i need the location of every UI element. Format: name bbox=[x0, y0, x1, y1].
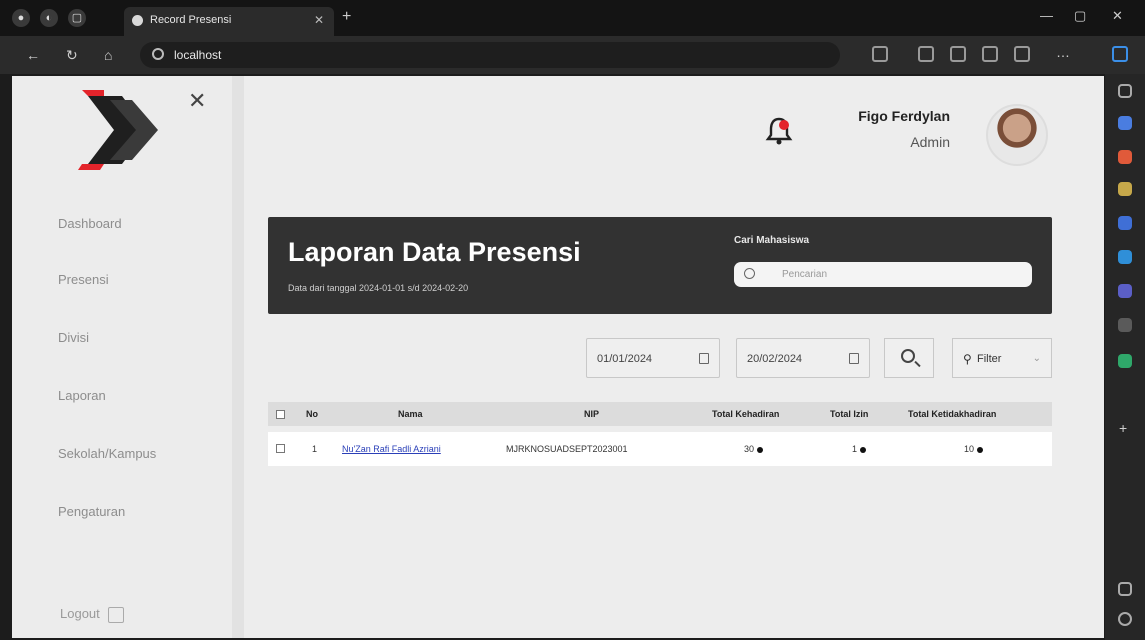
address-bar: ← ↻ ⌂ localhost … bbox=[0, 36, 1145, 74]
column-total-izin[interactable]: Total Izin bbox=[830, 402, 868, 426]
sidebar-item-laporan[interactable]: Laporan bbox=[58, 388, 106, 403]
filter-icon: ⚲ bbox=[963, 352, 972, 366]
browser-tab[interactable]: Record Presensi ✕ bbox=[124, 7, 334, 36]
workspaces-icon[interactable]: ◐ bbox=[40, 9, 58, 27]
end-date-field[interactable]: 20/02/2024 bbox=[736, 338, 870, 378]
games-icon[interactable] bbox=[1118, 182, 1132, 196]
sidebar-item-sekolah-kampus[interactable]: Sekolah/Kampus bbox=[58, 446, 156, 461]
page-title: Laporan Data Presensi bbox=[288, 237, 581, 267]
status-dot-icon bbox=[757, 446, 764, 453]
sidebar-close-icon[interactable]: ✕ bbox=[188, 88, 206, 114]
app-sidebar: ✕ Dashboard Presensi Divisi Laporan Seko… bbox=[12, 76, 244, 638]
start-date-field[interactable]: 01/01/2024 bbox=[586, 338, 720, 378]
sidebar-item-presensi[interactable]: Presensi bbox=[58, 272, 109, 287]
teams-icon[interactable] bbox=[1118, 284, 1132, 298]
end-date-value: 20/02/2024 bbox=[747, 353, 803, 365]
kehadiran-value: 30 bbox=[744, 444, 755, 454]
refresh-icon[interactable]: ↻ bbox=[66, 47, 78, 64]
browser-sidebar: + bbox=[1105, 74, 1145, 640]
home-icon[interactable]: ⌂ bbox=[104, 47, 112, 63]
extensions-icon[interactable] bbox=[1014, 46, 1030, 62]
calendar-icon[interactable] bbox=[699, 353, 709, 364]
column-total-kehadiran[interactable]: Total Kehadiran bbox=[712, 402, 779, 426]
back-icon[interactable]: ← bbox=[26, 47, 40, 63]
search-button[interactable] bbox=[884, 338, 934, 378]
minimize-icon[interactable]: — bbox=[1040, 8, 1053, 23]
search-label: Cari Mahasiswa bbox=[734, 235, 810, 246]
column-nip[interactable]: NIP bbox=[584, 402, 599, 426]
row-nip: MJRKNOSUADSEPT2023001 bbox=[506, 444, 628, 454]
report-banner: Laporan Data Presensi Data dari tanggal … bbox=[268, 217, 1052, 314]
avatar[interactable] bbox=[986, 104, 1048, 166]
excel-icon[interactable] bbox=[1118, 354, 1132, 368]
favorites-icon[interactable] bbox=[950, 46, 966, 62]
row-no: 1 bbox=[312, 444, 318, 454]
user-name: Figo Ferdylan bbox=[858, 108, 950, 124]
filter-label: Filter bbox=[977, 353, 1002, 365]
url-host: localhost bbox=[174, 48, 222, 62]
collections-icon[interactable] bbox=[982, 46, 998, 62]
table-row: 1 Nu'Zan Rafi Fadli Azriani MJRKNOSUADSE… bbox=[268, 432, 1052, 466]
tab-bar: ● ◐ ▢ Record Presensi ✕ + — ▢ ✕ bbox=[0, 0, 1145, 36]
sidebar-item-divisi[interactable]: Divisi bbox=[58, 330, 89, 345]
status-dot-icon bbox=[977, 446, 984, 453]
shopping-icon[interactable] bbox=[1118, 116, 1132, 130]
read-aloud-icon[interactable] bbox=[872, 46, 888, 62]
sidebar-item-dashboard[interactable]: Dashboard bbox=[58, 216, 122, 231]
search-input[interactable]: Pencarian bbox=[734, 262, 1032, 287]
row-total-kehadiran: 30 bbox=[744, 432, 764, 466]
ketidakhadiran-value: 10 bbox=[964, 444, 975, 454]
site-info-icon[interactable] bbox=[152, 48, 164, 60]
magnifier-icon bbox=[901, 349, 915, 363]
browser-window: ● ◐ ▢ Record Presensi ✕ + — ▢ ✕ ← ↻ ⌂ lo… bbox=[0, 0, 1145, 640]
row-total-izin: 1 bbox=[852, 432, 867, 466]
tab-title: Record Presensi bbox=[150, 14, 232, 26]
search-icon bbox=[744, 268, 755, 279]
maximize-icon[interactable]: ▢ bbox=[1074, 8, 1086, 24]
more-icon[interactable]: … bbox=[1056, 44, 1070, 60]
sidebar-item-pengaturan[interactable]: Pengaturan bbox=[58, 504, 125, 519]
user-role: Admin bbox=[910, 134, 950, 150]
drop-icon[interactable] bbox=[1118, 318, 1132, 332]
tools-icon[interactable] bbox=[1118, 150, 1132, 164]
tab-close-icon[interactable]: ✕ bbox=[314, 7, 324, 33]
search-placeholder: Pencarian bbox=[782, 269, 828, 280]
column-no[interactable]: No bbox=[306, 402, 318, 426]
column-nama[interactable]: Nama bbox=[398, 402, 423, 426]
app-logo bbox=[78, 90, 158, 170]
tab-actions-icon[interactable]: ▢ bbox=[68, 9, 86, 27]
calendar-icon[interactable] bbox=[849, 353, 859, 364]
column-total-ketidakhadiran[interactable]: Total Ketidakhadiran bbox=[908, 402, 996, 426]
outlook-icon[interactable] bbox=[1118, 250, 1132, 264]
table-header: No Nama NIP Total Kehadiran Total Izin T… bbox=[268, 402, 1052, 426]
row-total-ketidakhadiran: 10 bbox=[964, 432, 984, 466]
microsoft365-icon[interactable] bbox=[1118, 216, 1132, 230]
row-name-link[interactable]: Nu'Zan Rafi Fadli Azriani bbox=[342, 432, 441, 466]
logout-button[interactable]: Logout bbox=[60, 606, 124, 623]
chevron-down-icon: ⌄ bbox=[1032, 353, 1041, 364]
logout-label: Logout bbox=[60, 606, 100, 621]
select-all-checkbox[interactable] bbox=[276, 410, 285, 419]
tab-favicon-icon bbox=[132, 15, 143, 26]
date-range-subtitle: Data dari tanggal 2024-01-01 s/d 2024-02… bbox=[288, 283, 469, 293]
split-screen-icon[interactable] bbox=[918, 46, 934, 62]
status-dot-icon bbox=[860, 446, 867, 453]
window-close-icon[interactable]: ✕ bbox=[1112, 8, 1123, 24]
profile-icon[interactable]: ● bbox=[12, 9, 30, 27]
page-viewport: ✕ Dashboard Presensi Divisi Laporan Seko… bbox=[12, 76, 1104, 638]
start-date-value: 01/01/2024 bbox=[597, 353, 653, 365]
new-tab-icon[interactable]: + bbox=[342, 8, 351, 26]
logout-icon bbox=[107, 606, 124, 623]
sidebar-settings-icon[interactable] bbox=[1118, 612, 1132, 626]
copilot-icon[interactable] bbox=[1112, 46, 1128, 62]
row-checkbox[interactable] bbox=[276, 444, 285, 453]
filter-dropdown[interactable]: ⚲ Filter ⌄ bbox=[952, 338, 1052, 378]
sidebar-layout-icon[interactable] bbox=[1118, 582, 1132, 596]
add-sidebar-app-icon[interactable]: + bbox=[1119, 420, 1127, 436]
izin-value: 1 bbox=[852, 444, 858, 454]
search-sidebar-icon[interactable] bbox=[1118, 84, 1132, 98]
url-field[interactable]: localhost bbox=[140, 42, 840, 68]
